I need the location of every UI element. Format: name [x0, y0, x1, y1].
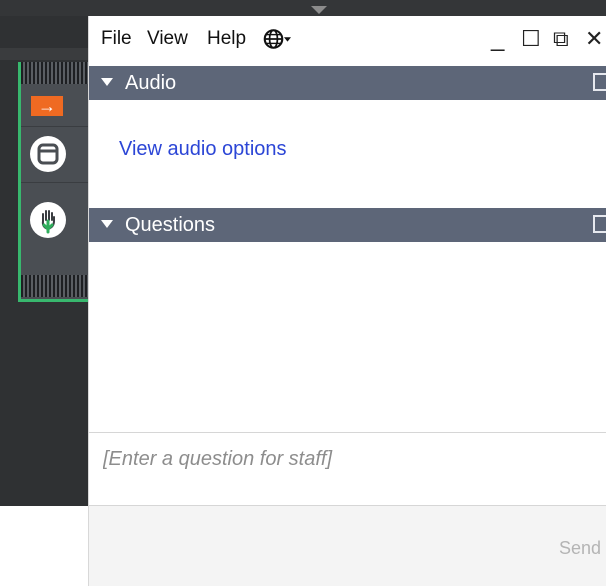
- menu-file[interactable]: File: [101, 28, 132, 50]
- question-input[interactable]: [101, 447, 605, 472]
- collapse-triangle-icon: [101, 77, 113, 86]
- restore-button[interactable]: ⧉: [553, 26, 569, 52]
- show-panel-arrow-icon[interactable]: →: [31, 96, 63, 116]
- background-left-lower: [0, 506, 88, 586]
- control-panel-grip-top[interactable]: [21, 62, 88, 84]
- window-panel-icon: [37, 143, 59, 165]
- globe-icon: [263, 29, 284, 49]
- language-button[interactable]: [263, 25, 291, 53]
- control-panel: →: [18, 62, 88, 302]
- audio-section-title: Audio: [125, 72, 177, 94]
- collapse-triangle-icon: [101, 219, 113, 228]
- control-separator: [21, 182, 88, 183]
- questions-section-header[interactable]: Questions: [89, 208, 606, 242]
- send-area: Send: [89, 506, 606, 586]
- questions-log: [89, 244, 606, 432]
- close-button[interactable]: ✕: [585, 26, 603, 52]
- popout-icon[interactable]: [593, 215, 606, 233]
- chevron-down-icon: [284, 37, 291, 42]
- control-panel-grip-bottom[interactable]: [21, 275, 88, 297]
- question-input-area: [89, 432, 606, 506]
- control-panel-window: File View Help _ ☐ ⧉ ✕ Audio View audio …: [88, 16, 606, 586]
- panel-view-button[interactable]: [30, 136, 66, 172]
- maximize-button[interactable]: ☐: [521, 26, 541, 52]
- audio-section-body: View audio options: [89, 100, 606, 206]
- questions-section-title: Questions: [125, 214, 216, 236]
- menu-view[interactable]: View: [147, 28, 188, 50]
- minimize-button[interactable]: _: [491, 26, 504, 52]
- background-left-band: [0, 48, 88, 60]
- send-button[interactable]: Send: [559, 538, 601, 559]
- raise-hand-icon: [41, 210, 55, 234]
- background-top-bar: [0, 0, 606, 16]
- control-separator: [21, 126, 88, 127]
- collapse-handle-icon[interactable]: [311, 6, 327, 14]
- menu-bar: File View Help _ ☐ ⧉ ✕: [89, 16, 606, 64]
- popout-icon[interactable]: [593, 73, 606, 91]
- menu-help[interactable]: Help: [207, 28, 246, 50]
- raise-hand-button[interactable]: [30, 202, 66, 238]
- audio-section-header[interactable]: Audio: [89, 66, 606, 100]
- view-audio-options-link[interactable]: View audio options: [119, 138, 287, 161]
